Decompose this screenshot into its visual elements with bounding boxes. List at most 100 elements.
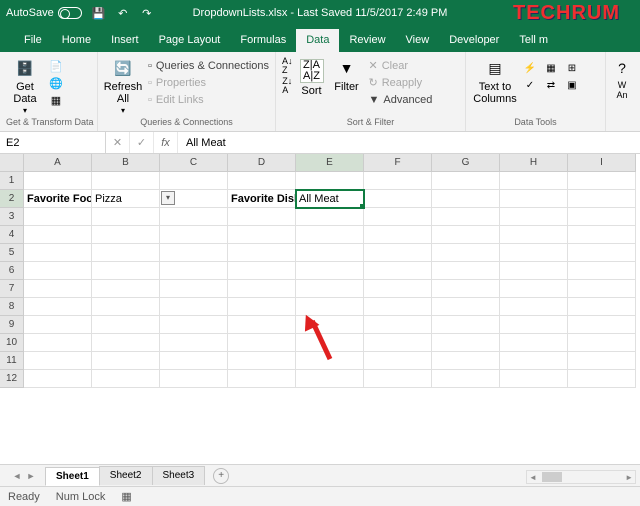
cell[interactable]	[568, 262, 636, 280]
row-header[interactable]: 6	[0, 262, 24, 280]
cell[interactable]	[92, 208, 160, 226]
cell[interactable]	[24, 172, 92, 190]
cell[interactable]	[568, 352, 636, 370]
cell[interactable]	[228, 316, 296, 334]
row-header[interactable]: 10	[0, 334, 24, 352]
add-sheet-button[interactable]: +	[213, 468, 229, 484]
cell[interactable]	[364, 298, 432, 316]
relationships-icon[interactable]: ⇄	[543, 78, 559, 92]
cell[interactable]	[568, 280, 636, 298]
cell[interactable]	[568, 244, 636, 262]
cell[interactable]	[24, 316, 92, 334]
cell[interactable]	[364, 262, 432, 280]
undo-icon[interactable]: ↶	[116, 6, 130, 20]
tab-home[interactable]: Home	[52, 29, 101, 52]
tab-page-layout[interactable]: Page Layout	[149, 29, 231, 52]
column-header[interactable]: B	[92, 154, 160, 172]
advanced-button[interactable]: ▼Advanced	[367, 91, 435, 108]
cell[interactable]	[228, 298, 296, 316]
cell[interactable]	[160, 226, 228, 244]
cell[interactable]	[296, 370, 364, 388]
row-header[interactable]: 5	[0, 244, 24, 262]
cell[interactable]	[432, 190, 500, 208]
cell[interactable]	[432, 172, 500, 190]
what-if-button[interactable]: ? W An	[612, 57, 632, 101]
cell[interactable]	[296, 172, 364, 190]
cell[interactable]	[568, 208, 636, 226]
cell[interactable]	[364, 226, 432, 244]
cell[interactable]	[500, 352, 568, 370]
tab-developer[interactable]: Developer	[439, 29, 509, 52]
cell[interactable]	[568, 226, 636, 244]
cell[interactable]	[432, 370, 500, 388]
row-header[interactable]: 2	[0, 190, 24, 208]
cell[interactable]	[228, 262, 296, 280]
remove-dup-icon[interactable]: ▦	[543, 61, 559, 75]
sheet-tab[interactable]: Sheet3	[152, 466, 206, 485]
sort-desc-button[interactable]: Z↓A	[282, 77, 292, 95]
sheet-nav-prev[interactable]: ◄	[10, 469, 24, 483]
refresh-all-button[interactable]: 🔄 Refresh All ▾	[104, 57, 142, 116]
column-header[interactable]: D	[228, 154, 296, 172]
from-table-icon[interactable]: ▦	[48, 93, 64, 107]
sheet-nav-next[interactable]: ►	[24, 469, 38, 483]
cell[interactable]: Favorite Food	[24, 190, 92, 208]
cell[interactable]	[160, 316, 228, 334]
cell[interactable]	[568, 172, 636, 190]
data-model-icon[interactable]: ▣	[564, 78, 580, 92]
cell[interactable]	[92, 172, 160, 190]
cell[interactable]	[500, 172, 568, 190]
tab-view[interactable]: View	[396, 29, 440, 52]
cell[interactable]	[24, 226, 92, 244]
cell[interactable]	[432, 262, 500, 280]
cell[interactable]	[296, 316, 364, 334]
cell[interactable]	[432, 352, 500, 370]
cell[interactable]	[296, 262, 364, 280]
sheet-tab[interactable]: Sheet1	[45, 467, 100, 486]
column-header[interactable]: C	[160, 154, 228, 172]
cell[interactable]	[296, 244, 364, 262]
clear-button[interactable]: ✕Clear	[367, 57, 435, 74]
row-header[interactable]: 9	[0, 316, 24, 334]
formula-input[interactable]: All Meat	[178, 137, 640, 149]
cell[interactable]	[160, 244, 228, 262]
row-header[interactable]: 12	[0, 370, 24, 388]
cell[interactable]	[500, 334, 568, 352]
cell[interactable]	[228, 226, 296, 244]
cell[interactable]	[24, 262, 92, 280]
fx-icon[interactable]: fx	[154, 132, 178, 153]
row-header[interactable]: 8	[0, 298, 24, 316]
cell[interactable]	[24, 334, 92, 352]
cell[interactable]	[92, 298, 160, 316]
cell[interactable]	[364, 352, 432, 370]
cell[interactable]	[160, 262, 228, 280]
cell[interactable]	[228, 208, 296, 226]
cell[interactable]	[296, 298, 364, 316]
flash-fill-icon[interactable]: ⚡	[522, 61, 538, 75]
cell[interactable]	[24, 280, 92, 298]
cell[interactable]	[364, 280, 432, 298]
cell[interactable]	[228, 244, 296, 262]
worksheet-grid[interactable]: ABCDEFGHI 12Favorite FoodPizza▾Favorite …	[0, 154, 640, 464]
cell[interactable]	[432, 208, 500, 226]
cell[interactable]	[92, 244, 160, 262]
tab-tell-m[interactable]: Tell m	[509, 29, 558, 52]
cell[interactable]	[296, 226, 364, 244]
cell[interactable]	[24, 208, 92, 226]
tab-file[interactable]: File	[14, 29, 52, 52]
cell[interactable]	[92, 316, 160, 334]
cell[interactable]: Favorite Dish	[228, 190, 296, 208]
sort-button[interactable]: Z|AA|Z Sort	[297, 57, 327, 97]
cell[interactable]	[92, 262, 160, 280]
tab-formulas[interactable]: Formulas	[230, 29, 296, 52]
cell[interactable]	[296, 208, 364, 226]
sort-asc-button[interactable]: A↓Z	[282, 57, 293, 75]
cell[interactable]	[228, 280, 296, 298]
cell[interactable]	[500, 226, 568, 244]
cell[interactable]	[500, 262, 568, 280]
cell[interactable]	[160, 370, 228, 388]
cell[interactable]	[160, 208, 228, 226]
data-validation-icon[interactable]: ✓	[522, 78, 538, 92]
cell[interactable]	[568, 316, 636, 334]
cell[interactable]	[568, 370, 636, 388]
